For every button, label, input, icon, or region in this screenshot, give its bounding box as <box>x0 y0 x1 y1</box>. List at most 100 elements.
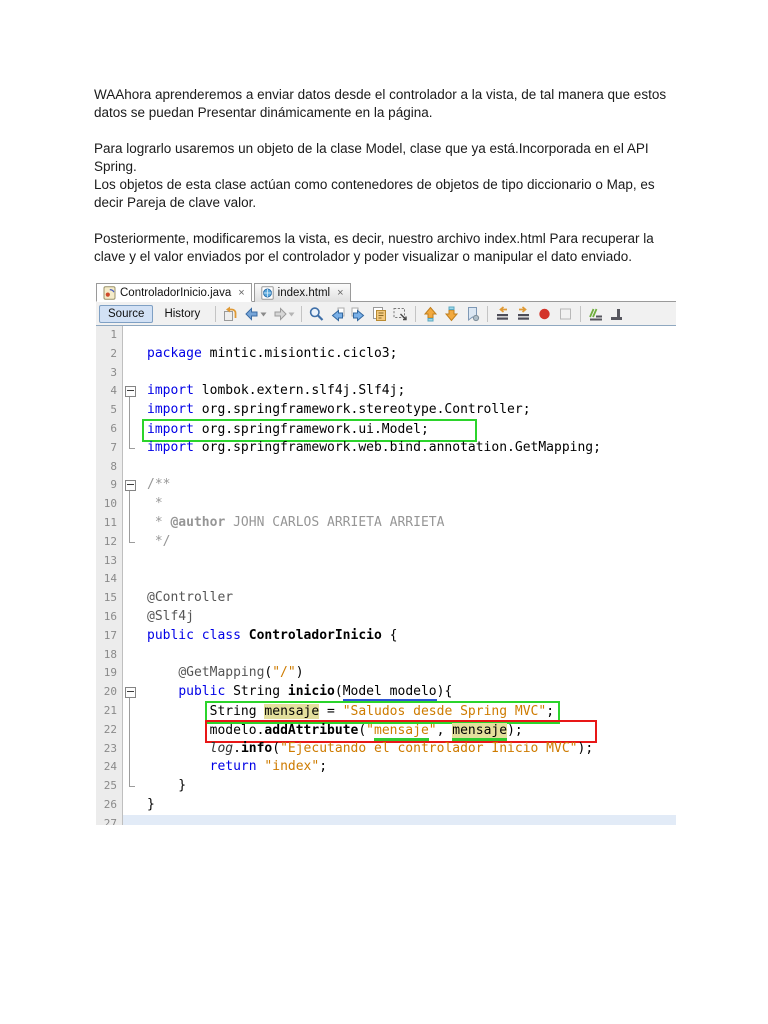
next-bookmark-icon[interactable] <box>441 305 462 323</box>
code-text: /** <box>137 476 676 495</box>
code-token: public class <box>147 627 249 643</box>
line-number: 3 <box>96 363 123 383</box>
code-text: return "index"; <box>137 758 676 777</box>
line-number: 5 <box>96 401 123 420</box>
code-token: @GetMapping <box>178 665 265 681</box>
code-line: 19 @GetMapping("/") <box>96 664 676 684</box>
tab-label: index.html <box>277 287 331 299</box>
code-text: import lombok.extern.slf4j.Slf4j; <box>137 382 676 401</box>
toolbar-separator <box>215 305 217 322</box>
code-line: 24 return "index"; <box>96 758 676 778</box>
code-text: package mintic.misiontic.ciclo3; <box>137 345 676 364</box>
line-number: 4 <box>96 382 123 402</box>
find-next-icon[interactable] <box>348 305 369 323</box>
line-number: 6 <box>96 419 123 439</box>
code-token: org.springframework.web.bind.annotation.… <box>193 439 601 455</box>
code-token: "/" <box>272 665 296 681</box>
code-line: 26} <box>96 795 676 815</box>
line-number: 18 <box>96 645 123 665</box>
code-line: 21 String mensaje = "Saludos desde Sprin… <box>96 700 676 724</box>
toolbar-icons <box>211 305 627 323</box>
prev-bookmark-icon[interactable] <box>420 305 441 323</box>
line-number: 25 <box>96 777 123 796</box>
code-token: ( <box>272 740 281 756</box>
last-edit-icon[interactable] <box>220 305 241 323</box>
code-token: ControladorInicio <box>248 627 382 643</box>
code-token: inicio <box>287 684 335 700</box>
line-number: 10 <box>96 495 123 514</box>
line-number: 16 <box>96 607 123 627</box>
comment-icon[interactable] <box>585 305 606 323</box>
tab-close-icon[interactable]: × <box>337 287 343 299</box>
tab-label: ControladorInicio.java <box>120 286 232 299</box>
find-prev-icon[interactable] <box>327 305 348 323</box>
tab-controladorinicio-java[interactable]: ControladorInicio.java × <box>96 283 252 302</box>
toolbar-separator <box>301 305 303 322</box>
line-number: 26 <box>96 795 123 815</box>
code-token: } <box>147 778 187 794</box>
toggle-bookmark-icon[interactable] <box>462 305 483 323</box>
code-line: 1 <box>96 326 676 345</box>
find-icon[interactable] <box>306 305 327 323</box>
source-button[interactable]: Source <box>99 304 154 323</box>
tab-close-icon[interactable]: × <box>238 287 244 299</box>
history-button[interactable]: History <box>155 305 209 323</box>
forward-icon[interactable] <box>269 305 297 323</box>
code-token: { <box>381 627 398 643</box>
line-number: 14 <box>96 570 123 590</box>
toolbar-separator <box>487 305 489 322</box>
fold-toggle-icon[interactable] <box>125 480 136 492</box>
code-token: } <box>147 796 155 812</box>
code-token: return <box>209 759 257 775</box>
code-text: log.info("Ejecutando el controlador Inic… <box>137 740 676 759</box>
code-token: String <box>209 703 265 719</box>
fold-margin <box>123 438 137 458</box>
line-number: 1 <box>96 326 123 345</box>
back-icon[interactable] <box>241 305 269 323</box>
line-number: 15 <box>96 589 123 608</box>
code-token: @Controller <box>147 590 234 606</box>
code-line: 16 @Slf4j <box>96 607 676 627</box>
code-token: import <box>147 402 194 418</box>
code-token: */ <box>147 533 171 549</box>
code-token: mensaje <box>452 722 508 738</box>
uncomment-icon[interactable] <box>606 305 627 323</box>
fold-toggle-icon[interactable] <box>125 687 136 699</box>
code-token: modelo. <box>209 722 265 738</box>
rect-select-icon[interactable] <box>390 305 411 323</box>
line-number: 20 <box>96 683 123 702</box>
stop-macro-icon[interactable] <box>555 305 576 323</box>
fold-toggle-icon[interactable] <box>125 386 136 398</box>
code-token: " <box>428 722 437 738</box>
code-token: "Ejecutando el controlador Inicio MVC" <box>280 740 578 756</box>
code-token: mensaje <box>264 703 320 719</box>
code-line: 10 * <box>96 495 676 514</box>
fold-margin <box>123 364 137 383</box>
code-line: 9 /** <box>96 476 676 496</box>
code-text: * @author JOHN CARLOS ARRIETA ARRIETA <box>137 514 676 533</box>
code-text: * <box>137 495 676 514</box>
code-token: . <box>233 740 241 756</box>
toolbar-separator <box>580 305 582 322</box>
code-line: 27 <box>96 814 676 825</box>
tab-index-html[interactable]: index.html × <box>253 283 351 302</box>
shift-right-icon[interactable] <box>513 305 534 323</box>
line-number: 24 <box>96 758 123 778</box>
code-line: 7 import org.springframework.web.bind.ann… <box>96 438 676 458</box>
find-selection-icon[interactable] <box>369 305 390 323</box>
code-line: 3 <box>96 363 676 383</box>
code-token: = <box>319 703 343 719</box>
line-number: 17 <box>96 626 123 646</box>
code-editor[interactable]: 1 2 package mintic.misiontic.ciclo3; 3 4 impo… <box>96 326 676 825</box>
ide-screenshot: ControladorInicio.java × index.html × Sourc… <box>96 281 676 825</box>
shift-left-icon[interactable] <box>492 305 513 323</box>
fold-margin <box>123 345 137 364</box>
code-token: * <box>147 514 171 530</box>
code-token: ); <box>577 740 594 756</box>
fold-margin <box>123 589 137 608</box>
record-macro-icon[interactable] <box>534 305 555 323</box>
fold-margin <box>123 796 137 815</box>
